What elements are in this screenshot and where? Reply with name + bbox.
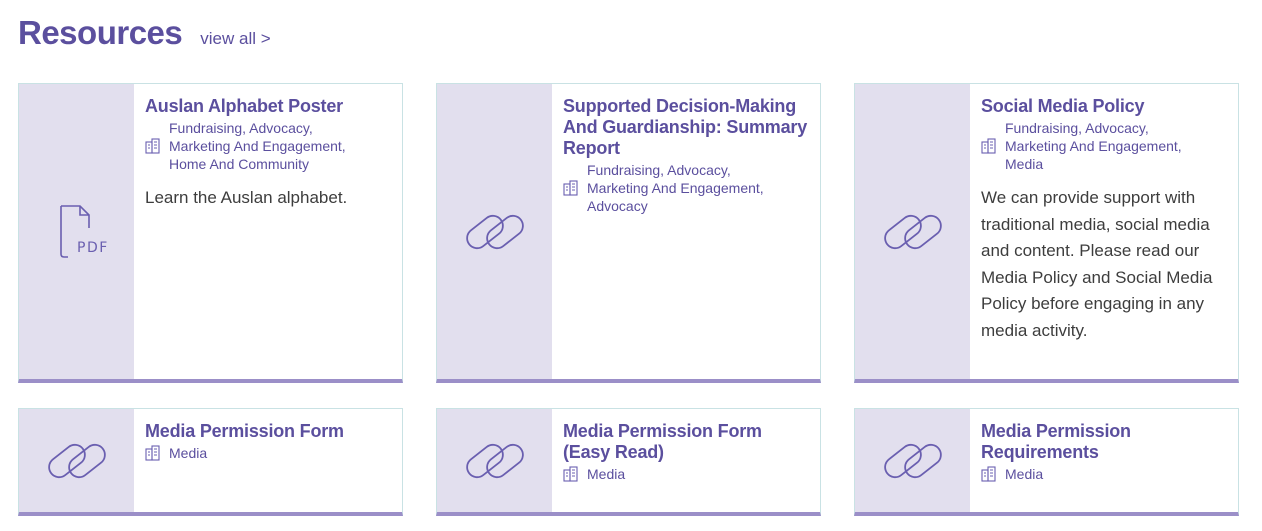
card-title: Media Permission Form	[145, 421, 344, 441]
card-tags: Fundraising, Advocacy, Marketing And Eng…	[981, 119, 1226, 173]
card-title: Media Permission Requirements	[981, 421, 1131, 462]
card-body: Auslan Alphabet Poster Fundraising, Advo…	[134, 84, 402, 379]
card-body: Supported Decision-Making And Guardiansh…	[552, 84, 820, 379]
section-header: Resources view all >	[18, 14, 271, 52]
card-tags: Media	[981, 465, 1226, 483]
tag-line: Media	[1005, 466, 1044, 482]
card-body: Media Permission Requirements Media	[970, 409, 1238, 512]
tag-line: Fundraising, Advocacy,	[587, 162, 731, 178]
resource-card[interactable]: PDF Auslan Alphabet Poster Fundraising, …	[18, 83, 403, 383]
card-description: Learn the Auslan alphabet.	[145, 188, 348, 207]
tag-line: Fundraising, Advocacy,	[1005, 120, 1149, 136]
tag-line: Home And Community	[169, 156, 310, 172]
card-title: Supported Decision-Making And Guardiansh…	[563, 96, 808, 158]
tag-line: Media	[587, 466, 626, 482]
tag-line: Marketing And Engagement,	[169, 138, 346, 154]
resource-card[interactable]: Supported Decision-Making And Guardiansh…	[436, 83, 821, 383]
card-tags: Media	[145, 444, 390, 462]
building-icon	[563, 180, 578, 196]
card-title: Social Media Policy	[981, 96, 1145, 116]
pdf-file-icon: PDF	[59, 204, 107, 258]
resource-card[interactable]: Media Permission Form (Easy Read) Media	[436, 408, 821, 516]
card-body: Media Permission Form Media	[134, 409, 402, 512]
building-icon	[981, 138, 996, 154]
link-icon	[883, 214, 942, 249]
card-title: Media Permission Form (Easy Read)	[563, 421, 762, 462]
card-title: Auslan Alphabet Poster	[145, 96, 343, 116]
card-thumbnail	[437, 409, 552, 512]
card-description: We can provide support with traditional …	[981, 188, 1213, 340]
card-tags: Fundraising, Advocacy, Marketing And Eng…	[145, 119, 390, 173]
link-icon	[465, 443, 524, 478]
building-icon	[145, 138, 160, 154]
building-icon	[145, 445, 160, 461]
card-body: Media Permission Form (Easy Read) Media	[552, 409, 820, 512]
card-thumbnail	[855, 84, 970, 379]
card-thumbnail	[855, 409, 970, 512]
tag-line: Media	[1005, 156, 1044, 172]
resource-card[interactable]: Media Permission Form Media	[18, 408, 403, 516]
section-title: Resources	[18, 14, 183, 51]
building-icon	[563, 466, 578, 482]
link-icon	[883, 443, 942, 478]
link-icon	[465, 214, 524, 249]
card-body: Social Media Policy Fundraising, Advocac…	[970, 84, 1238, 379]
card-tags: Media	[563, 465, 808, 483]
card-thumbnail: PDF	[19, 84, 134, 379]
tag-line: Marketing And Engagement,	[1005, 138, 1182, 154]
tag-line: Marketing And Engagement,	[587, 180, 764, 196]
view-all-link[interactable]: view all >	[200, 29, 270, 49]
tag-line: Fundraising, Advocacy,	[169, 120, 313, 136]
resource-card[interactable]: Media Permission Requirements Media	[854, 408, 1239, 516]
tag-line: Media	[169, 445, 208, 461]
card-thumbnail	[437, 84, 552, 379]
tag-line: Advocacy	[587, 198, 648, 214]
resource-card[interactable]: Social Media Policy Fundraising, Advocac…	[854, 83, 1239, 383]
card-tags: Fundraising, Advocacy, Marketing And Eng…	[563, 161, 808, 215]
svg-text:PDF: PDF	[77, 240, 107, 256]
link-icon	[47, 443, 106, 478]
card-thumbnail	[19, 409, 134, 512]
building-icon	[981, 466, 996, 482]
